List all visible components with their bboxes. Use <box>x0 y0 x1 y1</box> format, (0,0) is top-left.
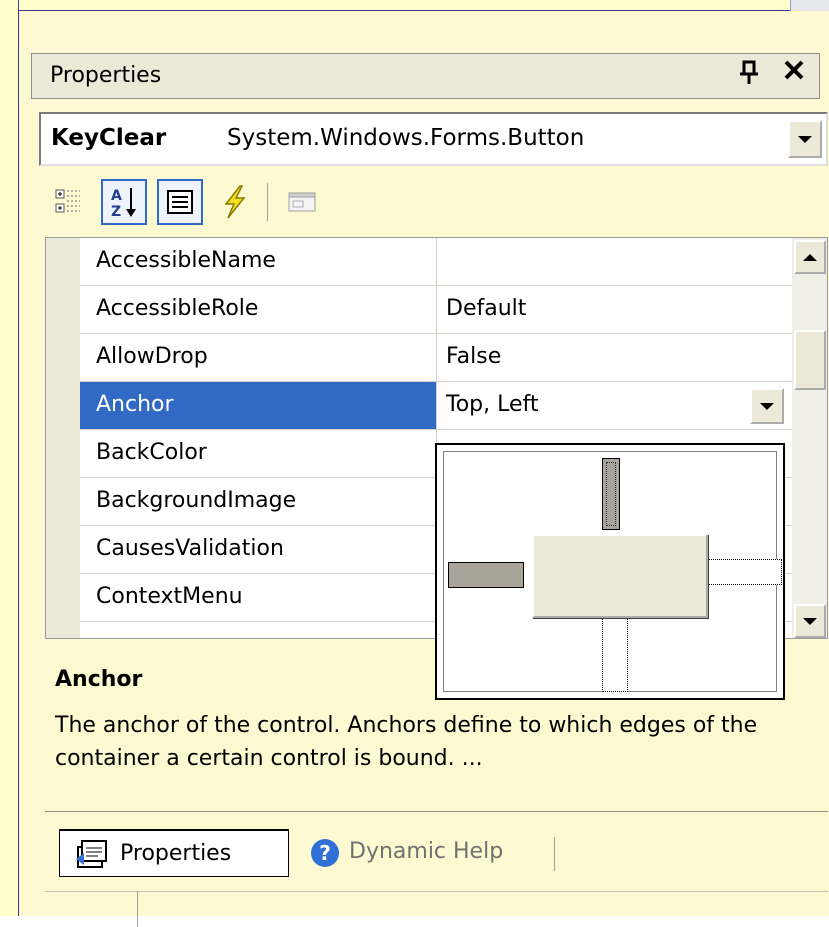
column-separator <box>436 334 437 381</box>
property-name: AccessibleRole <box>96 296 259 321</box>
chevron-down-icon <box>760 402 774 410</box>
property-name: ContextMenu <box>96 584 243 609</box>
status-separator <box>137 891 138 927</box>
object-type: System.Windows.Forms.Button <box>227 125 585 151</box>
alphabetical-button[interactable]: A Z <box>101 179 147 225</box>
scroll-up-button[interactable] <box>794 240 826 274</box>
anchor-control-preview <box>532 534 708 618</box>
tab-properties[interactable]: Properties <box>59 829 289 877</box>
properties-toolbar: A Z <box>31 171 820 237</box>
property-name: BackgroundImage <box>96 488 297 513</box>
pin-icon[interactable] <box>738 60 760 92</box>
tab-label: Dynamic Help <box>349 839 504 864</box>
svg-text:Z: Z <box>111 204 121 219</box>
property-value[interactable]: Default <box>446 296 526 321</box>
property-row[interactable]: AccessibleRole Default <box>80 286 792 334</box>
anchor-right-toggle[interactable] <box>702 559 782 585</box>
description-text: The anchor of the control. Anchors defin… <box>55 713 758 771</box>
events-button[interactable] <box>211 179 257 225</box>
categorized-icon <box>55 189 80 213</box>
property-pages-icon <box>288 192 316 212</box>
slide-top-band <box>0 0 829 10</box>
toolbar-separator <box>267 183 268 221</box>
object-selector[interactable]: KeyClear System.Windows.Forms.Button <box>39 112 828 166</box>
object-selector-dropdown-button[interactable] <box>788 120 822 158</box>
scroll-down-button[interactable] <box>794 604 826 638</box>
alphabetical-icon: A Z <box>111 188 136 219</box>
svg-text:?: ? <box>319 841 331 865</box>
property-name: CausesValidation <box>96 536 284 561</box>
scroll-thumb[interactable] <box>794 330 826 390</box>
column-separator <box>436 382 437 429</box>
property-pages-button[interactable] <box>279 179 325 225</box>
tab-dynamic-help[interactable]: ? Dynamic Help <box>295 829 555 877</box>
panel-titlebar: Properties <box>31 53 820 99</box>
anchor-top-toggle[interactable] <box>602 458 620 530</box>
chevron-up-icon <box>803 253 817 261</box>
property-row[interactable]: AccessibleName <box>80 238 792 286</box>
chevron-down-icon <box>798 135 812 143</box>
help-icon: ? <box>311 839 339 867</box>
panel-title: Properties <box>50 63 162 88</box>
status-divider <box>45 891 828 892</box>
chevron-down-icon <box>803 617 817 625</box>
close-icon[interactable] <box>782 58 806 89</box>
properties-page-icon <box>76 840 107 868</box>
column-separator <box>436 286 437 333</box>
column-separator <box>436 238 437 285</box>
property-row[interactable]: AllowDrop False <box>80 334 792 382</box>
value-dropdown-button[interactable] <box>750 388 784 424</box>
grid-gutter <box>46 238 80 638</box>
tab-label: Properties <box>120 841 232 866</box>
property-name: BackColor <box>96 440 207 465</box>
property-name: AllowDrop <box>96 344 208 369</box>
anchor-editor-canvas <box>443 451 782 692</box>
bottom-tab-strip: Properties ? Dynamic Help <box>45 827 828 879</box>
anchor-bottom-toggle[interactable] <box>602 614 628 692</box>
vertical-scrollbar[interactable] <box>792 238 827 638</box>
properties-icon <box>167 190 193 214</box>
svg-text:A: A <box>111 188 122 204</box>
slide-left-strip <box>0 0 18 916</box>
categorized-button[interactable] <box>45 179 91 225</box>
anchor-left-toggle[interactable] <box>448 562 524 588</box>
divider <box>45 811 828 812</box>
property-value[interactable]: False <box>446 344 501 369</box>
property-value[interactable]: Top, Left <box>446 392 539 417</box>
anchor-editor-dropdown <box>435 443 785 700</box>
property-name: AccessibleName <box>96 248 276 273</box>
property-row-selected[interactable]: Anchor Top, Left <box>80 382 792 430</box>
description-heading: Anchor <box>55 667 143 692</box>
object-name: KeyClear <box>51 125 167 151</box>
tab-separator <box>554 837 555 871</box>
property-name: Anchor <box>96 392 174 417</box>
properties-window: Properties KeyClear System.Windows.Forms… <box>19 11 829 927</box>
events-icon <box>224 185 246 219</box>
properties-button[interactable] <box>157 179 203 225</box>
